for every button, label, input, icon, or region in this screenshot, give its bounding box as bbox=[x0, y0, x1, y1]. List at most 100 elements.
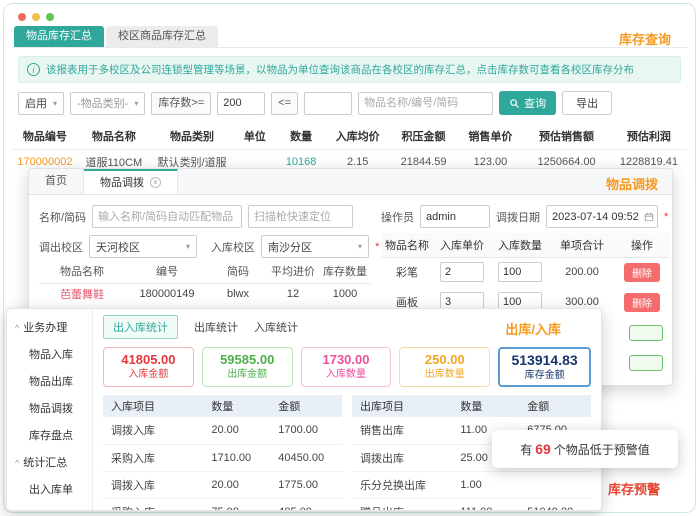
stat-label: 入库金额 bbox=[128, 368, 169, 380]
cell-amount: 40450.00 bbox=[270, 444, 342, 472]
delete-button[interactable]: 删除 bbox=[624, 292, 660, 312]
tab-campus-stock-summary[interactable]: 校区商品库存汇总 bbox=[106, 26, 218, 47]
col-header: 入库数量 bbox=[491, 233, 549, 258]
sidebar-group-statistics[interactable]: ^ 统计汇总 bbox=[7, 450, 92, 477]
inventory-query-window: 物品库存汇总 校区商品库存汇总 库存查询 i 该报表用于多校区及公司连锁型管理等… bbox=[12, 26, 687, 175]
cell-action: 删除 bbox=[615, 287, 669, 317]
cell-project: 调拨入库 bbox=[103, 417, 204, 445]
price-input[interactable] bbox=[440, 262, 484, 283]
scanner-input[interactable] bbox=[248, 205, 354, 228]
name-code-label: 名称/简码 bbox=[39, 211, 87, 224]
cell-qty: 75.00 bbox=[203, 498, 271, 510]
col-header: 积压金额 bbox=[388, 123, 459, 150]
stat-label: 出库金额 bbox=[227, 368, 268, 380]
table-header-row: 物品名称 入库单价 入库数量 单项合计 操作 bbox=[381, 233, 669, 258]
table-header-row: 出库项目 数量 金额 bbox=[352, 395, 591, 417]
sidebar-item-stock-out[interactable]: 物品出库 bbox=[7, 369, 92, 396]
transfer-form-row2: 调出校区 天河校区 ▾ 入库校区 南沙分区 ▾ * bbox=[39, 235, 379, 258]
item-match-input[interactable] bbox=[92, 205, 243, 228]
delete-button[interactable]: 删除 bbox=[624, 262, 660, 282]
window-dot-close-icon[interactable] bbox=[18, 13, 26, 21]
window-dot-zoom-icon[interactable] bbox=[46, 13, 54, 21]
window-dot-minimize-icon[interactable] bbox=[32, 13, 40, 21]
required-asterisk: * bbox=[375, 240, 380, 253]
cell-project: 赠品出库 bbox=[352, 498, 453, 510]
tab-in-stats[interactable]: 入库统计 bbox=[254, 319, 298, 335]
cell-qty: 111.00 bbox=[452, 498, 520, 510]
warning-popup[interactable]: 有 69 个物品低于预警值 bbox=[492, 430, 678, 468]
stock-max-label: <= bbox=[271, 91, 299, 115]
chevron-down-icon: ▾ bbox=[134, 98, 139, 108]
cell-avg-price: 12 bbox=[286, 288, 300, 301]
in-campus-value: 南沙分区 bbox=[268, 241, 312, 254]
row-action-button[interactable] bbox=[629, 325, 663, 341]
chevron-up-icon: ^ bbox=[15, 323, 20, 333]
inout-stats-window: ^ 业务办理 物品入库 物品出库 物品调拨 库存盘点 ^ 统计汇总 出入库单 出入库… bbox=[6, 308, 602, 511]
tab-item-transfer[interactable]: 物品调拨 × bbox=[84, 169, 178, 194]
app-canvas: 物品库存汇总 校区商品库存汇总 库存查询 i 该报表用于多校区及公司连锁型管理等… bbox=[0, 0, 699, 516]
cell-item-name: 芭蕾舞鞋 bbox=[60, 289, 104, 302]
sidebar-item-transfer[interactable]: 物品调拨 bbox=[7, 396, 92, 423]
in-table: 入库项目 数量 金额 调拨入库 20.00 1700.00 采购入库 1710.… bbox=[103, 395, 342, 510]
chevron-down-icon: ▾ bbox=[185, 242, 190, 251]
warning-suffix: 个物品低于预警值 bbox=[553, 442, 650, 457]
info-text: 该报表用于多校区及公司连锁型管理等场景，以物品为单位查询该商品在各校区的库存汇总… bbox=[46, 64, 634, 76]
status-select[interactable]: 启用 ▾ bbox=[18, 91, 65, 115]
cell-item-name: 彩笔 bbox=[396, 267, 418, 280]
transfer-form-row1-right: 操作员 调拨日期 * bbox=[381, 205, 668, 228]
col-header: 物品编号 bbox=[12, 123, 78, 150]
in-campus-select[interactable]: 南沙分区 ▾ bbox=[261, 235, 369, 258]
cell-item-code: 180000149 bbox=[139, 288, 195, 301]
sidebar-item-stocktaking[interactable]: 库存盘点 bbox=[7, 423, 92, 450]
sidebar-item-stock-in[interactable]: 物品入库 bbox=[7, 342, 92, 369]
info-banner: i 该报表用于多校区及公司连锁型管理等场景，以物品为单位查询该商品在各校区的库存… bbox=[18, 56, 681, 83]
operator-label: 操作员 bbox=[381, 211, 414, 224]
calendar-icon[interactable] bbox=[644, 212, 654, 222]
cell-project: 销售出库 bbox=[352, 417, 453, 445]
export-button[interactable]: 导出 bbox=[562, 91, 613, 115]
col-header: 库存数量 bbox=[319, 259, 371, 284]
tab-out-stats[interactable]: 出库统计 bbox=[194, 319, 238, 335]
out-campus-select[interactable]: 天河校区 ▾ bbox=[89, 235, 197, 258]
info-icon: i bbox=[27, 63, 40, 76]
keyword-input[interactable] bbox=[358, 91, 494, 115]
annotation-item-transfer: 物品调拨 bbox=[605, 177, 658, 192]
col-header: 编号 bbox=[125, 259, 209, 284]
stat-label: 出库数量 bbox=[424, 368, 465, 380]
stat-cards: 41805.00 入库金额 59585.00 出库金额 1730.00 入库数量… bbox=[103, 347, 591, 387]
cell-qty: 20.00 bbox=[203, 471, 271, 499]
table-header-row: 物品编号 物品名称 物品类别 单位 数量 入库均价 积压金额 销售单价 预估销售… bbox=[12, 123, 687, 150]
category-select[interactable]: -物品类别- ▾ bbox=[70, 91, 146, 115]
table-row: 彩笔 200.00 删除 bbox=[381, 257, 669, 287]
cell-action: 删除 bbox=[615, 257, 669, 287]
table-header-row: 物品名称 编号 简码 平均进价 库存数量 bbox=[39, 259, 371, 284]
table-row[interactable]: 芭蕾舞鞋 180000149 blwx 12 1000 bbox=[39, 283, 371, 305]
status-select-value: 启用 bbox=[25, 98, 47, 110]
out-campus-value: 天河校区 bbox=[96, 241, 140, 254]
cell-amount: 405.00 bbox=[270, 498, 342, 510]
operator-input[interactable] bbox=[420, 205, 490, 228]
cell-qty: 20.00 bbox=[203, 417, 271, 445]
sidebar-item-label: 业务办理 bbox=[23, 322, 68, 334]
qty-input[interactable] bbox=[498, 262, 542, 283]
row-action-button[interactable] bbox=[629, 355, 663, 371]
col-header: 单位 bbox=[234, 123, 276, 150]
stock-max-input[interactable] bbox=[304, 91, 353, 115]
tab-inout-stats[interactable]: 出入库统计 bbox=[103, 315, 178, 339]
sidebar-item-inout-orders[interactable]: 出入库单 bbox=[7, 477, 92, 504]
col-header: 物品名称 bbox=[39, 259, 125, 284]
tab-home[interactable]: 首页 bbox=[29, 169, 84, 194]
chevron-down-icon: ▾ bbox=[53, 98, 58, 108]
col-header: 数量 bbox=[203, 395, 271, 417]
transfer-items-table: 物品名称 入库单价 入库数量 单项合计 操作 彩笔 200.00 删除 bbox=[381, 233, 669, 317]
cell-project: 采购入库 bbox=[103, 444, 204, 472]
cell-project: 调拨入库 bbox=[103, 471, 204, 499]
item-transfer-tabbar: 首页 物品调拨 × 物品调拨 bbox=[29, 169, 672, 195]
tab-item-stock-summary[interactable]: 物品库存汇总 bbox=[14, 26, 104, 47]
close-icon[interactable]: × bbox=[150, 177, 161, 188]
stock-min-input[interactable] bbox=[217, 91, 266, 115]
search-button[interactable]: 查询 bbox=[499, 91, 557, 115]
sidebar-group-business[interactable]: ^ 业务办理 bbox=[7, 315, 92, 342]
col-header: 入库项目 bbox=[103, 395, 204, 417]
transfer-date-input[interactable] bbox=[546, 205, 658, 228]
